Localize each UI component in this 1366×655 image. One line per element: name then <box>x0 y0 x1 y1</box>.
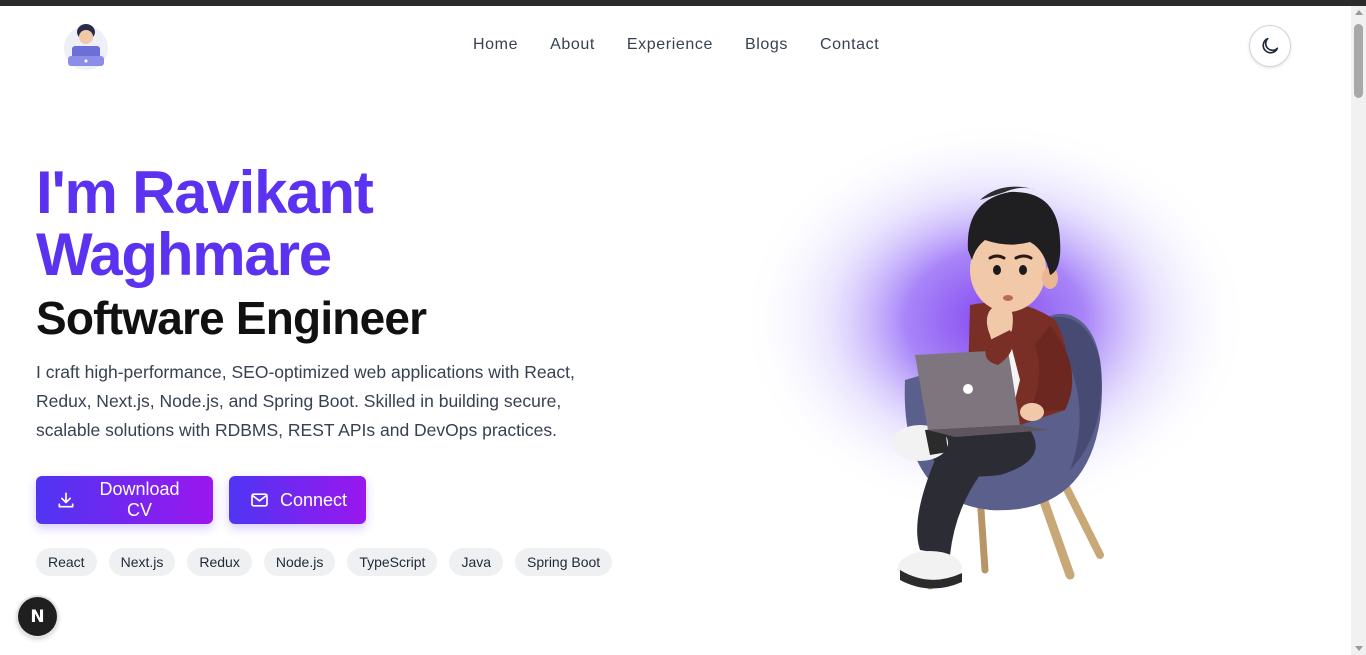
nextjs-dev-badge[interactable]: N <box>18 597 57 636</box>
page-scrollbar[interactable] <box>1351 6 1366 655</box>
download-cv-button[interactable]: Download CV <box>36 476 213 524</box>
skill-chips: React Next.js Redux Node.js TypeScript J… <box>36 548 613 576</box>
scroll-up-arrow-icon[interactable] <box>1355 10 1363 15</box>
nav-link-contact[interactable]: Contact <box>820 36 879 54</box>
skill-chip-react: React <box>36 548 97 576</box>
skill-chip-nextjs: Next.js <box>108 548 176 576</box>
download-cv-label: Download CV <box>99 479 180 520</box>
browser-top-strip <box>0 0 1366 6</box>
main-nav: Home About Experience Blogs Contact <box>473 36 879 54</box>
nav-link-blogs[interactable]: Blogs <box>745 36 788 54</box>
mail-icon <box>251 493 268 507</box>
hero-illustration <box>740 120 1260 610</box>
skill-chip-spring-boot: Spring Boot <box>515 548 613 576</box>
skill-chip-redux: Redux <box>187 548 252 576</box>
hero-description: I craft high-performance, SEO-optimized … <box>36 362 575 440</box>
theme-toggle-button[interactable] <box>1249 25 1291 67</box>
download-icon <box>58 492 74 508</box>
nav-link-home[interactable]: Home <box>473 36 518 54</box>
nav-link-experience[interactable]: Experience <box>627 36 713 54</box>
connect-label: Connect <box>280 489 348 510</box>
skill-chip-java: Java <box>449 548 504 576</box>
developer-avatar-icon <box>64 24 108 70</box>
moon-icon <box>1262 37 1279 54</box>
skill-chip-nodejs: Node.js <box>263 548 336 576</box>
nav-link-about[interactable]: About <box>550 36 595 54</box>
site-logo[interactable] <box>60 18 112 72</box>
next-logo-icon: N <box>30 606 45 627</box>
skill-chip-typescript: TypeScript <box>347 548 438 576</box>
hero-name-heading: I'm Ravikant Waghmare <box>36 159 374 288</box>
hero-role-heading: Software Engineer <box>36 292 427 344</box>
scrollbar-thumb[interactable] <box>1354 24 1363 98</box>
scroll-down-arrow-icon[interactable] <box>1355 646 1363 651</box>
connect-button[interactable]: Connect <box>229 476 366 524</box>
developer-on-chair-illustration <box>740 120 1250 590</box>
